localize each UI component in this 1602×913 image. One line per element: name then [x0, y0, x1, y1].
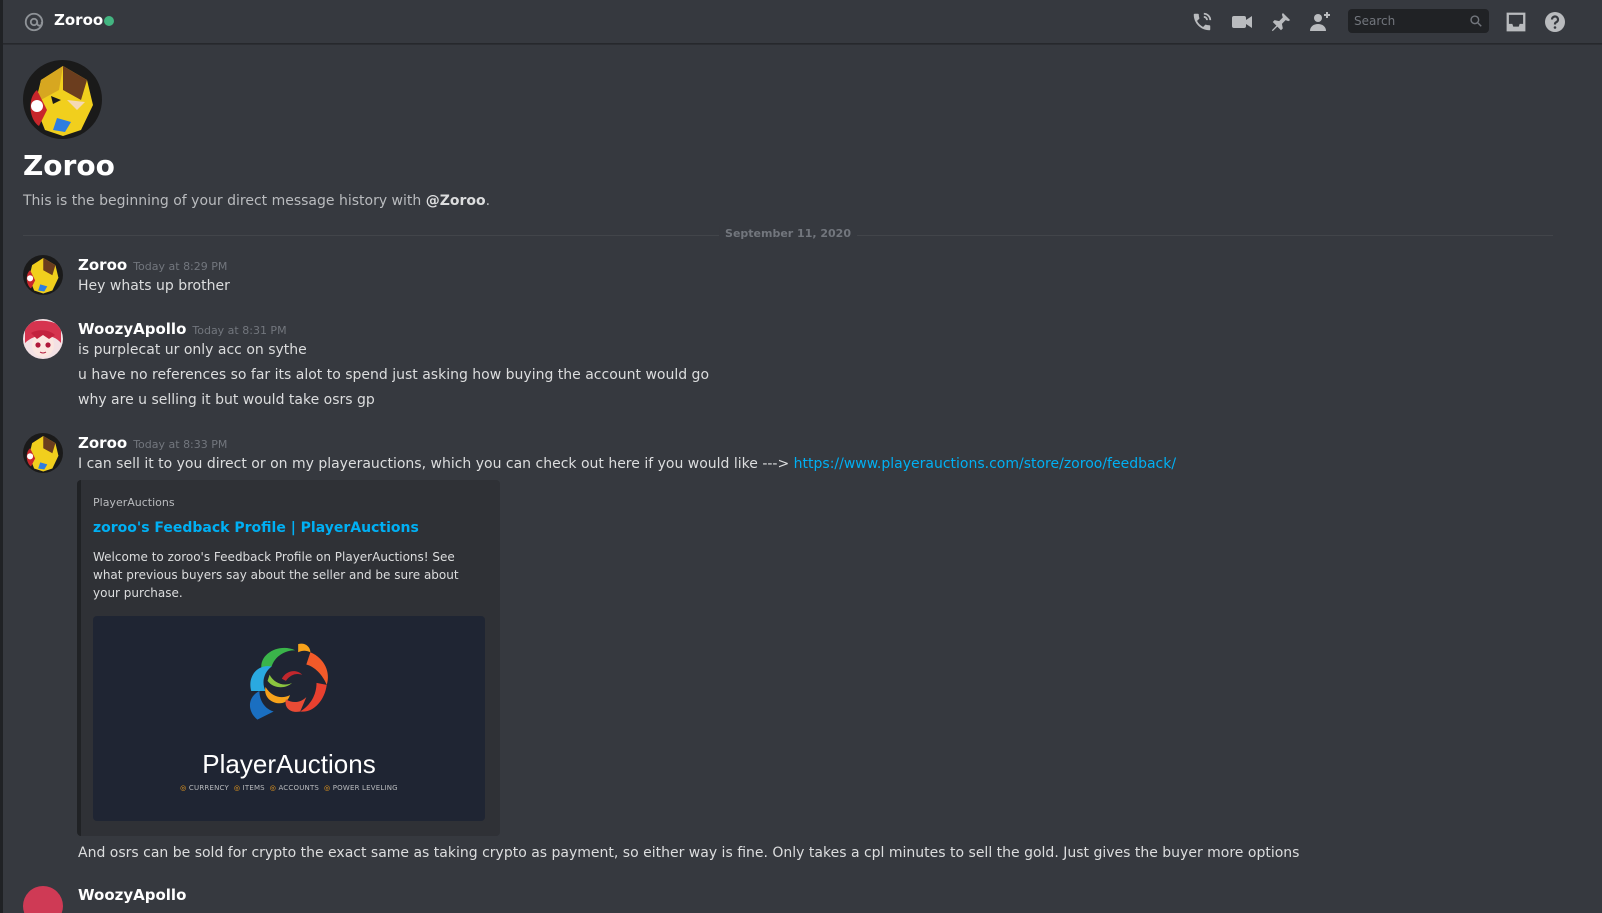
message-content: Hey whats up brother	[78, 278, 230, 294]
message-group: WoozyApollo Today at 8:31 PM is purplecat…	[23, 319, 923, 414]
embed-image[interactable]: PlayerAuctions ◎ CURRENCY ◎ ITEMS ◎ ACCO…	[93, 616, 485, 821]
message-header: Zoroo Today at 8:29 PM	[78, 255, 227, 274]
message-content: And osrs can be sold for crypto the exac…	[78, 845, 1300, 861]
embed-provider: PlayerAuctions	[93, 496, 175, 509]
dm-intro-avatar	[23, 60, 102, 139]
embed-image-tags: ◎ CURRENCY ◎ ITEMS ◎ ACCOUNTS ◎ POWER LE…	[180, 784, 398, 792]
message-list[interactable]: Zoroo This is the beginning of your dire…	[3, 45, 1602, 913]
date-divider: September 11, 2020	[23, 227, 1553, 240]
embed-title-link[interactable]: zoroo's Feedback Profile | PlayerAuction…	[93, 520, 419, 536]
username[interactable]: WoozyApollo	[78, 886, 186, 904]
timestamp: Today at 8:33 PM	[133, 438, 228, 451]
user-mention[interactable]: @Zoroo	[426, 193, 486, 209]
dm-intro-description: This is the beginning of your direct mes…	[23, 193, 491, 209]
date-divider-label: September 11, 2020	[719, 227, 857, 240]
add-friend-icon[interactable]	[1307, 9, 1333, 35]
message-header: Zoroo Today at 8:33 PM	[78, 433, 227, 452]
message-header: WoozyApollo Today at 8:31 PM	[78, 319, 287, 338]
at-icon	[24, 12, 44, 32]
message-content: why are u selling it but would take osrs…	[78, 392, 375, 408]
channel-title: Zoroo	[54, 11, 104, 29]
username[interactable]: WoozyApollo	[78, 320, 186, 338]
message-group: Zoroo Today at 8:33 PM I can sell it to y…	[23, 433, 1223, 478]
pin-icon[interactable]	[1268, 9, 1294, 35]
playerauctions-logo-icon	[249, 643, 328, 720]
message-content: u have no references so far its alot to …	[78, 367, 710, 383]
embed-image-brand: PlayerAuctions	[202, 749, 376, 779]
timestamp: Today at 8:29 PM	[133, 260, 228, 273]
search-bar[interactable]	[1348, 9, 1489, 33]
username[interactable]: Zoroo	[78, 256, 127, 274]
video-call-icon[interactable]	[1229, 9, 1255, 35]
phone-call-icon[interactable]	[1189, 9, 1215, 35]
dm-intro-name: Zoroo	[23, 149, 115, 182]
message-content: I can sell it to you direct or on my pla…	[78, 456, 1177, 472]
message-link[interactable]: https://www.playerauctions.com/store/zor…	[794, 456, 1176, 472]
status-indicator	[104, 16, 114, 26]
avatar[interactable]	[23, 319, 63, 359]
message-group: Zoroo Today at 8:29 PM Hey whats up broth…	[23, 255, 923, 300]
search-icon	[1470, 15, 1482, 27]
search-input[interactable]	[1348, 9, 1466, 33]
inbox-icon[interactable]	[1503, 9, 1529, 35]
link-embed: PlayerAuctions zoroo's Feedback Profile …	[77, 480, 500, 836]
avatar[interactable]	[23, 433, 63, 473]
timestamp: Today at 8:31 PM	[192, 324, 287, 337]
avatar[interactable]	[23, 255, 63, 295]
help-icon[interactable]	[1542, 9, 1568, 35]
username[interactable]: Zoroo	[78, 434, 127, 452]
message-content: is purplecat ur only acc on sythe	[78, 342, 307, 358]
channel-header: Zoroo	[3, 0, 1602, 44]
avatar[interactable]	[23, 886, 63, 913]
embed-description: Welcome to zoroo's Feedback Profile on P…	[93, 550, 459, 600]
